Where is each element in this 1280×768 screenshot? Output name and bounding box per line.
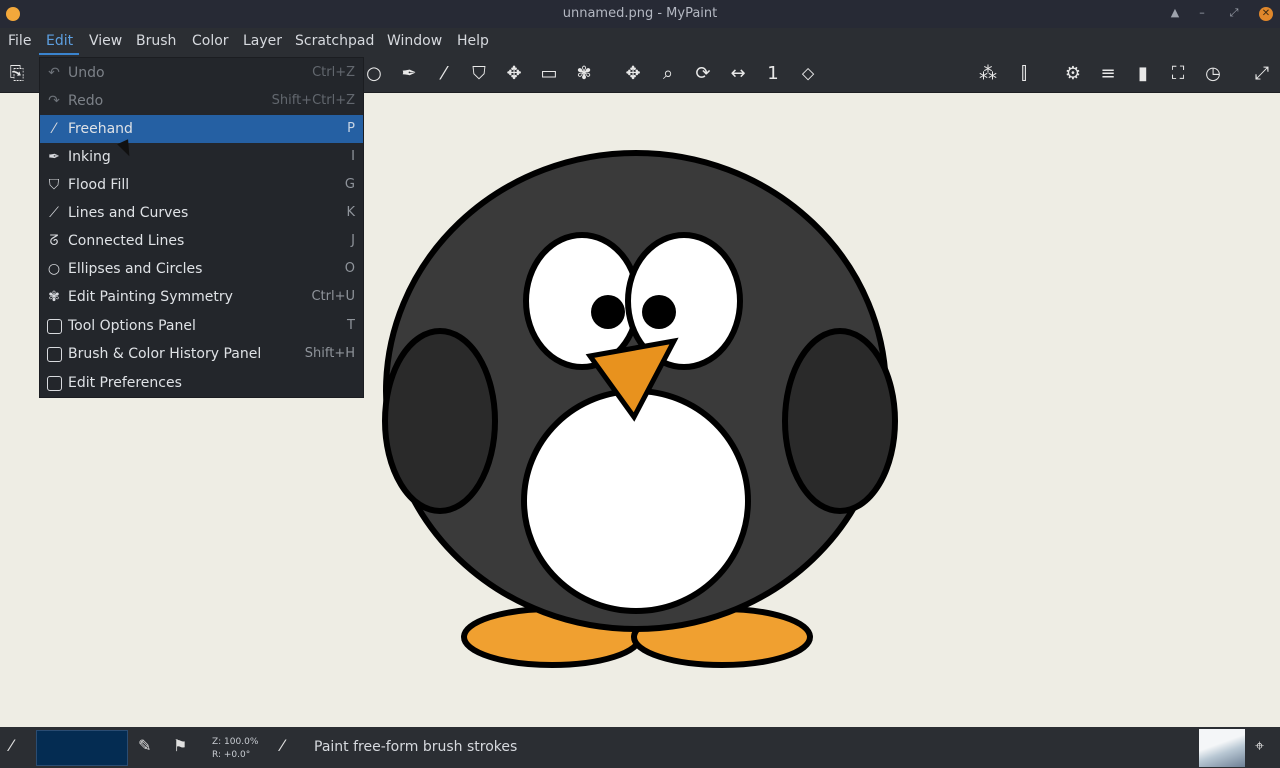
color-picker-icon[interactable]: ⁄ — [10, 736, 13, 755]
current-color-swatch[interactable] — [36, 730, 128, 766]
zoom-view-icon[interactable]: ⌕ — [656, 62, 680, 86]
brush-target-icon[interactable]: ⌖ — [1255, 736, 1264, 756]
menu-color[interactable]: Color — [192, 33, 229, 49]
menu-item-ellipses-and-circles[interactable]: ○ Ellipses and Circles O — [40, 255, 363, 283]
menu-scratchpad[interactable]: Scratchpad — [295, 33, 374, 49]
freehand-brush-icon: ⁄ — [281, 736, 284, 755]
ellipse-tool-icon[interactable]: ○ — [362, 62, 386, 86]
menu-brush[interactable]: Brush — [136, 33, 176, 49]
expand-icon[interactable]: ⤢ — [1250, 62, 1274, 86]
menu-item-edit-painting-symmetry[interactable]: ✾ Edit Painting Symmetry Ctrl+U — [40, 283, 363, 311]
brushes-icon[interactable]: ⫿ — [1012, 62, 1036, 86]
reset-zoom-icon[interactable]: 1 — [761, 62, 785, 86]
rotation-level: R: +0.0° — [212, 750, 251, 760]
scratchpad-icon[interactable]: ▮ — [1131, 62, 1155, 86]
bookmark-brush-icon[interactable]: ⚑ — [173, 736, 187, 755]
menu-item-inking[interactable]: ✒ Inking I — [40, 143, 363, 171]
inking-icon: ✒ — [48, 149, 60, 165]
edit-preferences-checkbox[interactable] — [47, 376, 62, 391]
flood-fill-icon: ⛉ — [48, 177, 60, 193]
minimize-button[interactable]: – — [1194, 6, 1210, 19]
inking-tool-icon[interactable]: ✒ — [397, 62, 421, 86]
brush-color-history-checkbox[interactable] — [47, 347, 62, 362]
layers-icon[interactable]: ≡ — [1096, 62, 1120, 86]
menu-item-edit-preferences[interactable]: Edit Preferences — [40, 369, 363, 397]
frame-icon[interactable]: ▭ — [537, 62, 561, 86]
maximize-button[interactable]: ⤢ — [1226, 6, 1242, 20]
color-palette-icon[interactable]: ⁂ — [976, 62, 1000, 86]
rotate-view-icon[interactable]: ⟳ — [691, 62, 715, 86]
menu-view[interactable]: View — [89, 33, 122, 49]
status-message: Paint free-form brush strokes — [314, 739, 518, 755]
menu-edit[interactable]: Edit — [46, 33, 73, 49]
menu-item-freehand[interactable]: ⁄ Freehand P — [40, 115, 363, 143]
symmetry-icon: ✾ — [48, 289, 60, 305]
window-title: unnamed.png - MyPaint — [562, 6, 718, 21]
menu-item-redo[interactable]: ↷ Redo Shift+Ctrl+Z — [40, 87, 363, 115]
brush-settings-icon[interactable]: ✎ — [138, 736, 151, 755]
redo-icon: ↷ — [48, 93, 60, 109]
fit-view-icon[interactable]: ⬦ — [796, 62, 820, 86]
connected-lines-icon: ᘔ — [49, 233, 59, 249]
title-bar: unnamed.png - MyPaint ▲ – ⤢ ✕ — [0, 0, 1280, 28]
menu-layer[interactable]: Layer — [243, 33, 282, 49]
tool-options-checkbox[interactable] — [47, 319, 62, 334]
menu-item-lines-and-curves[interactable]: ⟋ Lines and Curves K — [40, 199, 363, 227]
view-readout: Z: 100.0% R: +0.0° — [212, 736, 258, 762]
flood-fill-icon[interactable]: ⛉ — [467, 62, 491, 86]
pan-view-icon[interactable]: ✥ — [621, 62, 645, 86]
menu-item-tool-options-panel[interactable]: Tool Options Panel T — [40, 312, 363, 340]
new-document-icon[interactable]: ⎘ — [5, 62, 29, 86]
mirror-view-icon[interactable]: ↔ — [726, 62, 750, 86]
ellipse-icon: ○ — [47, 261, 61, 277]
keep-above-button[interactable]: ▲ — [1167, 6, 1183, 19]
zoom-level: Z: 100.0% — [212, 737, 259, 747]
menu-file[interactable]: File — [8, 33, 31, 49]
brush-icon: ⁄ — [52, 121, 56, 137]
symmetry-icon[interactable]: ✾ — [572, 62, 596, 86]
menu-item-brush-color-history-panel[interactable]: Brush & Color History Panel Shift+H — [40, 340, 363, 368]
menu-help[interactable]: Help — [457, 33, 489, 49]
brush-preview-thumbnail[interactable] — [1199, 729, 1245, 767]
menu-bar: File Edit View Brush Color Layer Scratch… — [0, 28, 1280, 56]
menu-item-connected-lines[interactable]: ᘔ Connected Lines J — [40, 227, 363, 255]
menu-item-undo[interactable]: ↶ Undo Ctrl+Z — [40, 59, 363, 87]
fullscreen-icon[interactable]: ⛶ — [1166, 62, 1190, 86]
menu-item-flood-fill[interactable]: ⛉ Flood Fill G — [40, 171, 363, 199]
active-menu-indicator — [39, 53, 79, 55]
move-layer-icon[interactable]: ✥ — [502, 62, 526, 86]
close-button[interactable]: ✕ — [1259, 7, 1273, 21]
edit-menu-dropdown: ↶ Undo Ctrl+Z ↷ Redo Shift+Ctrl+Z ⁄ Free… — [39, 57, 364, 398]
color-picker-icon[interactable]: ⁄ — [432, 62, 456, 86]
lines-curves-icon: ⟋ — [49, 205, 59, 221]
undo-icon: ↶ — [48, 65, 60, 81]
settings-icon[interactable]: ⚙ — [1061, 62, 1085, 86]
status-bar: ⁄ ✎ ⚑ Z: 100.0% R: +0.0° ⁄ Paint free-fo… — [0, 727, 1280, 768]
history-icon[interactable]: ◷ — [1201, 62, 1225, 86]
menu-window[interactable]: Window — [387, 33, 442, 49]
